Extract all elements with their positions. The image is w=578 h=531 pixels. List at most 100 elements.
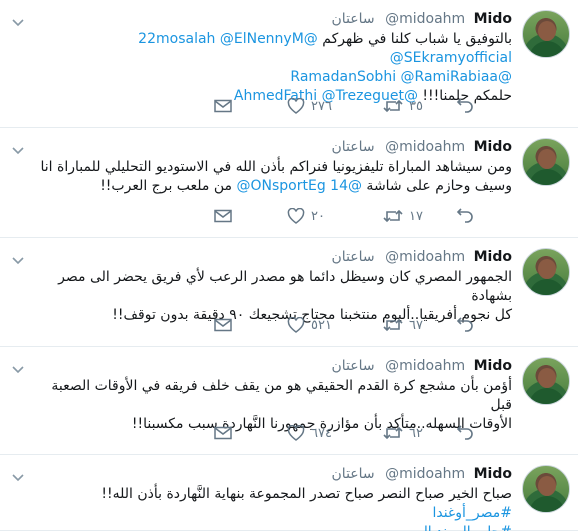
tweet-actions: ٥٢١ ٦٧ <box>40 315 512 335</box>
tweet-actions: ٢٧٦ ٣٥ <box>40 96 512 116</box>
tweet-header: ساعتان @midoahm Mido <box>332 465 512 483</box>
chevron-down-icon[interactable] <box>12 12 24 27</box>
tweet-time[interactable]: ساعتان <box>332 139 375 155</box>
avatar[interactable] <box>522 10 570 58</box>
user-handle[interactable]: @midoahm <box>385 249 465 265</box>
retweet-icon <box>383 317 403 333</box>
like-button[interactable]: ٢٧٦ <box>287 96 332 116</box>
reply-button[interactable] <box>456 423 480 443</box>
chevron-down-icon[interactable] <box>12 140 24 155</box>
like-button[interactable]: ٥٢١ <box>287 315 332 335</box>
text-segment: ومن سيشاهد المباراة تليفزيونيا فنراكم بأ… <box>40 159 513 175</box>
text-segment: أؤمن بأن مشجع كرة القدم الحقيقي هو من يق… <box>51 378 512 413</box>
hashtag-link[interactable]: #حلم_المونديال <box>418 524 512 531</box>
tweet[interactable]: ساعتان @midoahm Mido الجمهور المصري كان … <box>0 238 578 347</box>
avatar[interactable] <box>522 357 570 405</box>
chevron-down-icon[interactable] <box>12 467 24 482</box>
tweet-text: ومن سيشاهد المباراة تليفزيونيا فنراكم بأ… <box>40 158 513 196</box>
tweet-text-line: الجمهور المصري كان وسيظل دائما هو مصدر ا… <box>40 268 512 306</box>
mention-link[interactable]: @SEkramyofficial <box>390 50 512 66</box>
tweet-header: ساعتان @midoahm Mido <box>332 10 512 28</box>
tweet-text-line: بالتوفيق يا شباب كلنا في ظهركم @22mosala… <box>40 30 512 68</box>
envelope-icon <box>214 99 232 113</box>
reply-button[interactable] <box>456 206 480 226</box>
dm-button[interactable] <box>214 96 232 116</box>
heart-icon <box>287 425 305 441</box>
envelope-icon <box>214 318 232 332</box>
tweet-time[interactable]: ساعتان <box>332 358 375 374</box>
like-count: ٦٧٤ <box>311 425 332 441</box>
retweet-button[interactable]: ٣٥ <box>383 96 423 116</box>
retweet-count: ٦٧ <box>409 317 423 333</box>
user-handle[interactable]: @midoahm <box>385 139 465 155</box>
reply-button[interactable] <box>456 315 480 335</box>
user-name[interactable]: Mido <box>474 139 512 155</box>
tweet[interactable]: ساعتان @midoahm Mido بالتوفيق يا شباب كل… <box>0 0 578 128</box>
retweet-icon <box>383 98 403 114</box>
retweet-icon <box>383 208 403 224</box>
tweet-timeline: ساعتان @midoahm Mido بالتوفيق يا شباب كل… <box>0 0 578 531</box>
tweet-header: ساعتان @midoahm Mido <box>332 138 512 156</box>
like-button[interactable]: ٢٠ <box>287 206 325 226</box>
mention-link[interactable]: @RamiRabiaa <box>401 69 498 85</box>
tweet-text: بالتوفيق يا شباب كلنا في ظهركم @22mosala… <box>40 30 512 106</box>
reply-icon <box>456 425 474 441</box>
avatar[interactable] <box>522 248 570 296</box>
dm-button[interactable] <box>214 315 232 335</box>
tweet-text-line: صباح الخير صباح النصر صباح تصدر المجموعة… <box>40 485 512 523</box>
retweet-count: ٦٢ <box>409 425 423 441</box>
avatar[interactable] <box>522 465 570 513</box>
tweet-time[interactable]: ساعتان <box>332 249 375 265</box>
tweet-text-line: وسيف وحازم على شاشة @ONsportEg 14@ من مل… <box>40 177 512 196</box>
tweet-actions: ٢٠ ١٧ <box>40 206 512 226</box>
user-handle[interactable]: @midoahm <box>385 358 465 374</box>
user-handle[interactable]: @midoahm <box>385 11 465 27</box>
reply-icon <box>456 208 474 224</box>
tweet-time[interactable]: ساعتان <box>332 466 375 482</box>
like-count: ٢٠ <box>311 208 325 224</box>
user-name[interactable]: Mido <box>474 249 512 265</box>
envelope-icon <box>214 426 232 440</box>
like-count: ٥٢١ <box>311 317 332 333</box>
user-name[interactable]: Mido <box>474 358 512 374</box>
tweet[interactable]: ساعتان @midoahm Mido أؤمن بأن مشجع كرة ا… <box>0 347 578 455</box>
tweet-text-line: #حلم_المونديال <box>40 523 512 531</box>
tweet-time[interactable]: ساعتان <box>332 11 375 27</box>
retweet-button[interactable]: ٦٢ <box>383 423 423 443</box>
hashtag-link[interactable]: #مصر_أوغندا <box>432 505 512 521</box>
dm-button[interactable] <box>214 206 232 226</box>
avatar[interactable] <box>522 138 570 186</box>
like-count: ٢٧٦ <box>311 98 332 114</box>
mention-link[interactable]: @ElNennyM <box>220 31 304 47</box>
retweet-count: ٣٥ <box>409 98 423 114</box>
heart-icon <box>287 208 305 224</box>
tweet[interactable]: ساعتان @midoahm Mido صباح الخير صباح الن… <box>0 455 578 531</box>
tweet-text-line: @RamadanSobhi @RamiRabiaa <box>40 68 512 87</box>
retweet-button[interactable]: ١٧ <box>383 206 423 226</box>
tweet-actions: ٦٧٤ ٦٢ <box>40 423 512 443</box>
text-segment: من ملعب برج العرب!! <box>100 178 237 194</box>
retweet-icon <box>383 425 403 441</box>
text-segment: بالتوفيق يا شباب كلنا في ظهركم <box>317 31 512 47</box>
chevron-down-icon[interactable] <box>12 250 24 265</box>
text-segment: الجمهور المصري كان وسيظل دائما هو مصدر ا… <box>58 269 512 304</box>
tweet-header: ساعتان @midoahm Mido <box>332 357 512 375</box>
chevron-down-icon[interactable] <box>12 359 24 374</box>
user-handle[interactable]: @midoahm <box>385 466 465 482</box>
heart-icon <box>287 98 305 114</box>
reply-icon <box>456 317 474 333</box>
reply-button[interactable] <box>456 96 480 116</box>
user-name[interactable]: Mido <box>474 466 512 482</box>
tweet-text-line: أؤمن بأن مشجع كرة القدم الحقيقي هو من يق… <box>40 377 512 415</box>
user-name[interactable]: Mido <box>474 11 512 27</box>
reply-icon <box>456 98 474 114</box>
tweet[interactable]: ساعتان @midoahm Mido ومن سيشاهد المباراة… <box>0 128 578 238</box>
text-segment: صباح الخير صباح النصر صباح تصدر المجموعة… <box>101 486 512 502</box>
like-button[interactable]: ٦٧٤ <box>287 423 332 443</box>
retweet-button[interactable]: ٦٧ <box>383 315 423 335</box>
dm-button[interactable] <box>214 423 232 443</box>
envelope-icon <box>214 209 232 223</box>
retweet-count: ١٧ <box>409 208 423 224</box>
text-segment: وسيف وحازم على شاشة <box>361 178 512 194</box>
tweet-header: ساعتان @midoahm Mido <box>332 248 512 266</box>
